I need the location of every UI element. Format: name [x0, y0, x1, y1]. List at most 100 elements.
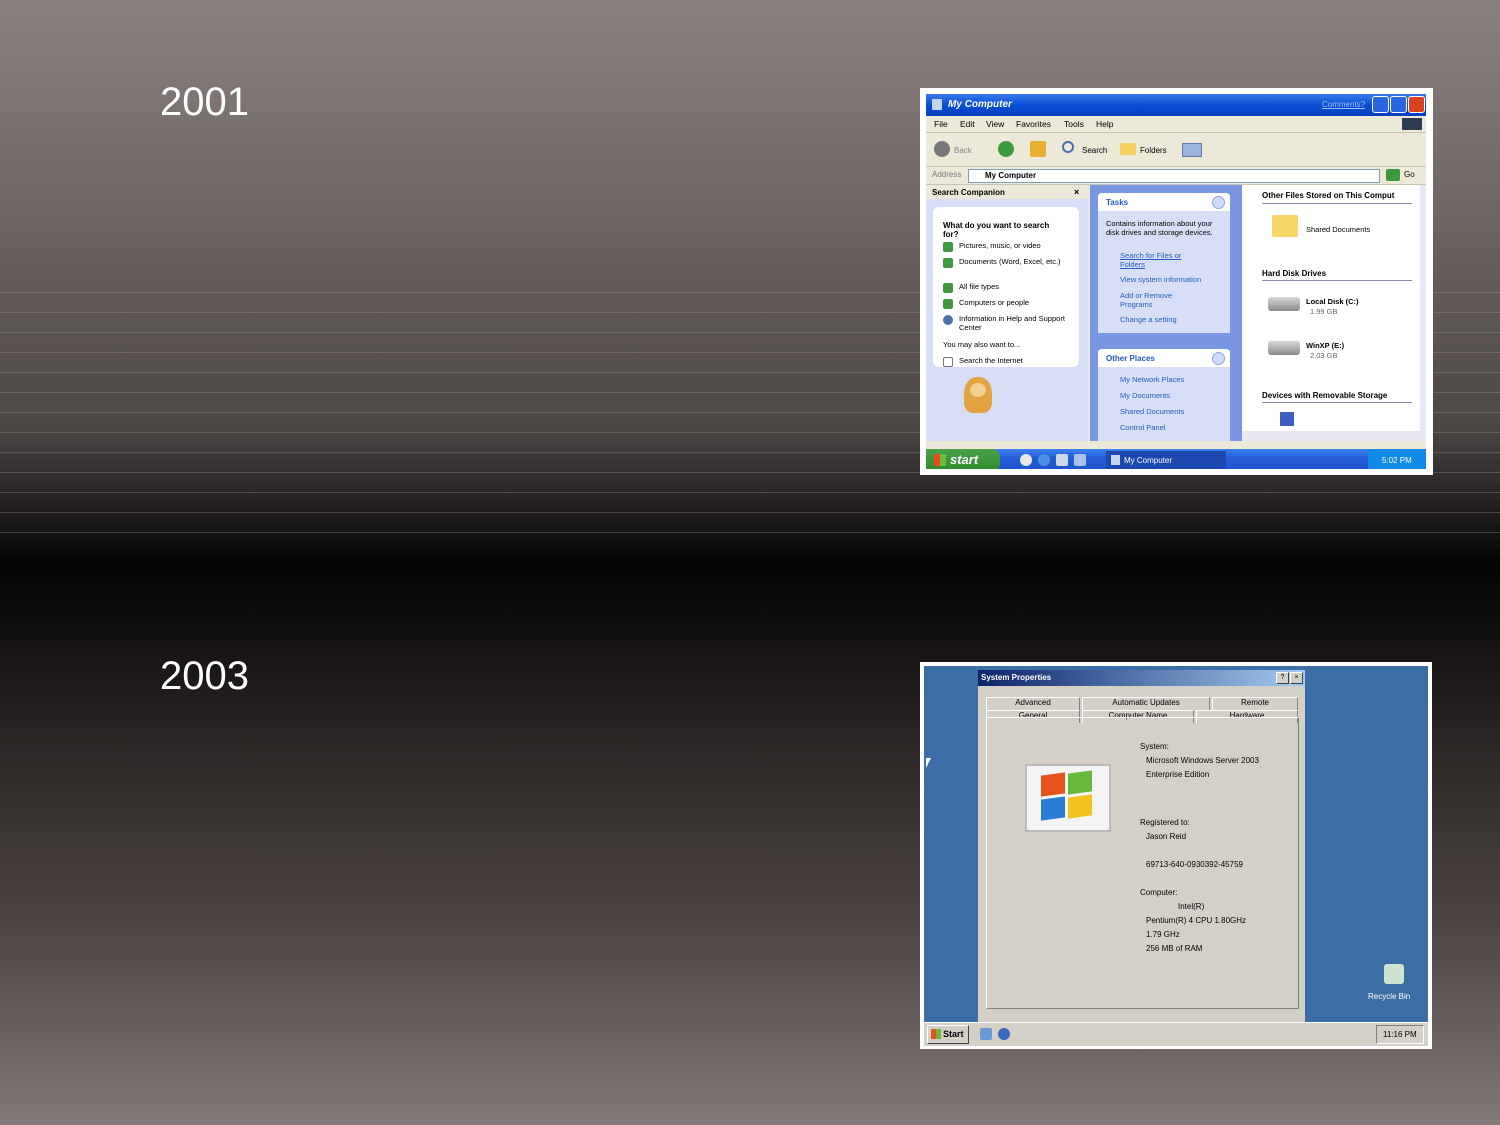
search-internet-option[interactable]: Search the Internet [943, 356, 1077, 367]
disk-e-name[interactable]: WinXP (E:) [1306, 341, 1344, 350]
horizontal-scrollbar[interactable] [1242, 431, 1426, 441]
place-link[interactable]: Control Panel [1120, 423, 1165, 432]
menu-edit[interactable]: Edit [960, 119, 975, 129]
back-button[interactable]: Back [954, 146, 972, 155]
search-question: What do you want to search for? [943, 221, 1050, 239]
computer-icon [932, 99, 942, 110]
place-link[interactable]: Shared Documents [1120, 407, 1184, 416]
floppy-drive-icon[interactable] [1280, 412, 1294, 426]
place-link[interactable]: My Network Places [1120, 375, 1184, 384]
taskbar-window-button[interactable]: My Computer [1106, 451, 1226, 469]
search-option[interactable]: Documents (Word, Excel, etc.) [943, 257, 1077, 268]
windows-logo-icon [1402, 118, 1422, 130]
clock[interactable]: 11:16 PM [1383, 1030, 1417, 1039]
search-icon [1062, 141, 1074, 153]
start-button[interactable]: start [926, 449, 1000, 469]
menu-bar: File Edit View Favorites Tools Help [926, 116, 1426, 133]
tab-advanced[interactable]: Advanced [986, 697, 1080, 710]
quick-launch-icon[interactable] [1020, 454, 1032, 466]
tab-remote[interactable]: Remote [1212, 697, 1298, 710]
folders-icon [1120, 143, 1136, 155]
shared-documents-label[interactable]: Shared Documents [1306, 225, 1370, 234]
menu-tools[interactable]: Tools [1064, 119, 1084, 129]
arrow-icon [943, 357, 953, 367]
up-folder-icon[interactable] [1030, 141, 1046, 157]
go-button[interactable]: Go [1404, 170, 1415, 179]
task-link[interactable]: Search for Files or Folders [1120, 251, 1206, 269]
task-link[interactable]: Change a setting [1120, 315, 1210, 324]
start-button[interactable]: Start [927, 1025, 969, 1044]
section-divider [1262, 280, 1412, 281]
os-name: Microsoft Windows Server 2003 [1146, 756, 1259, 765]
search-option[interactable]: Computers or people [943, 298, 1077, 309]
menu-file[interactable]: File [934, 119, 948, 129]
go-arrow-icon[interactable] [1386, 169, 1400, 181]
registered-label: Registered to: [1140, 818, 1190, 827]
disk-e-size: 2.03 GB [1310, 351, 1338, 360]
desktop: System Properties ? × Advanced Automatic… [924, 666, 1428, 1022]
year-label-2001: 2001 [160, 80, 249, 124]
quick-launch-icon[interactable] [1074, 454, 1086, 466]
computer-icon [1111, 455, 1120, 465]
folders-button[interactable]: Folders [1140, 146, 1167, 155]
back-arrow-icon[interactable] [934, 141, 950, 157]
background-line [0, 492, 1500, 493]
task-link[interactable]: View system information [1120, 275, 1210, 284]
shared-documents-folder-icon[interactable] [1272, 215, 1298, 237]
minimize-button[interactable] [1372, 96, 1389, 113]
title-bar: My Computer Comments? [926, 94, 1426, 116]
section-header: Devices with Removable Storage [1262, 391, 1388, 400]
quick-launch-icon[interactable] [1056, 454, 1068, 466]
menu-favorites[interactable]: Favorites [1016, 119, 1051, 129]
address-field[interactable]: My Computer [968, 169, 1380, 183]
place-link[interactable]: My Documents [1120, 391, 1170, 400]
comments-link[interactable]: Comments? [1322, 100, 1365, 109]
menu-help[interactable]: Help [1096, 119, 1113, 129]
views-icon[interactable] [1182, 143, 1202, 157]
server-2003-screenshot: System Properties ? × Advanced Automatic… [920, 662, 1432, 1049]
close-button[interactable] [1408, 96, 1425, 113]
collapse-icon[interactable] [1212, 352, 1225, 365]
clock[interactable]: 5:02 PM [1382, 456, 1412, 465]
vertical-scrollbar[interactable] [1420, 185, 1426, 431]
hard-disk-icon[interactable] [1268, 297, 1300, 311]
quick-launch-icon[interactable] [1038, 454, 1050, 466]
tab-automatic-updates[interactable]: Automatic Updates [1082, 697, 1210, 710]
search-option[interactable]: Information in Help and Support Center [943, 314, 1077, 332]
search-button[interactable]: Search [1082, 146, 1107, 155]
menu-view[interactable]: View [986, 119, 1004, 129]
system-tray: 5:02 PM [1368, 449, 1426, 469]
registered-name: Jason Reid [1146, 832, 1187, 841]
system-properties-dialog: System Properties ? × Advanced Automatic… [978, 670, 1305, 1022]
hard-disk-icon[interactable] [1268, 341, 1300, 355]
section-divider [1262, 402, 1412, 403]
search-option[interactable]: All file types [943, 282, 1077, 293]
address-bar: Address My Computer Go [926, 167, 1426, 185]
recycle-bin-icon[interactable] [1384, 964, 1404, 984]
also-label: You may also want to... [943, 340, 1021, 349]
close-icon[interactable]: × [1074, 187, 1079, 197]
toolbar: Back Search Folders [926, 133, 1426, 167]
section-divider [1262, 203, 1412, 204]
ram-amount: 256 MB of RAM [1146, 944, 1203, 953]
taskbar: start My Computer 5:02 PM [926, 449, 1426, 469]
forward-arrow-icon[interactable] [998, 141, 1014, 157]
tasks-description: Contains information about your disk dri… [1106, 219, 1213, 237]
help-button[interactable]: ? [1276, 672, 1289, 684]
quick-launch-icon[interactable] [980, 1028, 992, 1040]
dialog-title-bar: System Properties ? × [978, 670, 1305, 686]
year-label-2003: 2003 [160, 654, 249, 698]
help-icon [943, 315, 953, 325]
disk-c-name[interactable]: Local Disk (C:) [1306, 297, 1359, 306]
task-link[interactable]: Add or Remove Programs [1120, 291, 1190, 309]
close-button[interactable]: × [1290, 672, 1303, 684]
maximize-button[interactable] [1390, 96, 1407, 113]
recycle-bin-label[interactable]: Recycle Bin [1368, 992, 1410, 1001]
search-option[interactable]: Pictures, music, or video [943, 241, 1077, 252]
quick-launch-icon[interactable] [998, 1028, 1010, 1040]
address-value: My Computer [985, 171, 1037, 180]
search-companion-pane: Search Companion × What do you want to s… [926, 185, 1088, 441]
computer-label: Computer: [1140, 888, 1178, 897]
search-dog-face [970, 383, 986, 397]
collapse-icon[interactable] [1212, 196, 1225, 209]
